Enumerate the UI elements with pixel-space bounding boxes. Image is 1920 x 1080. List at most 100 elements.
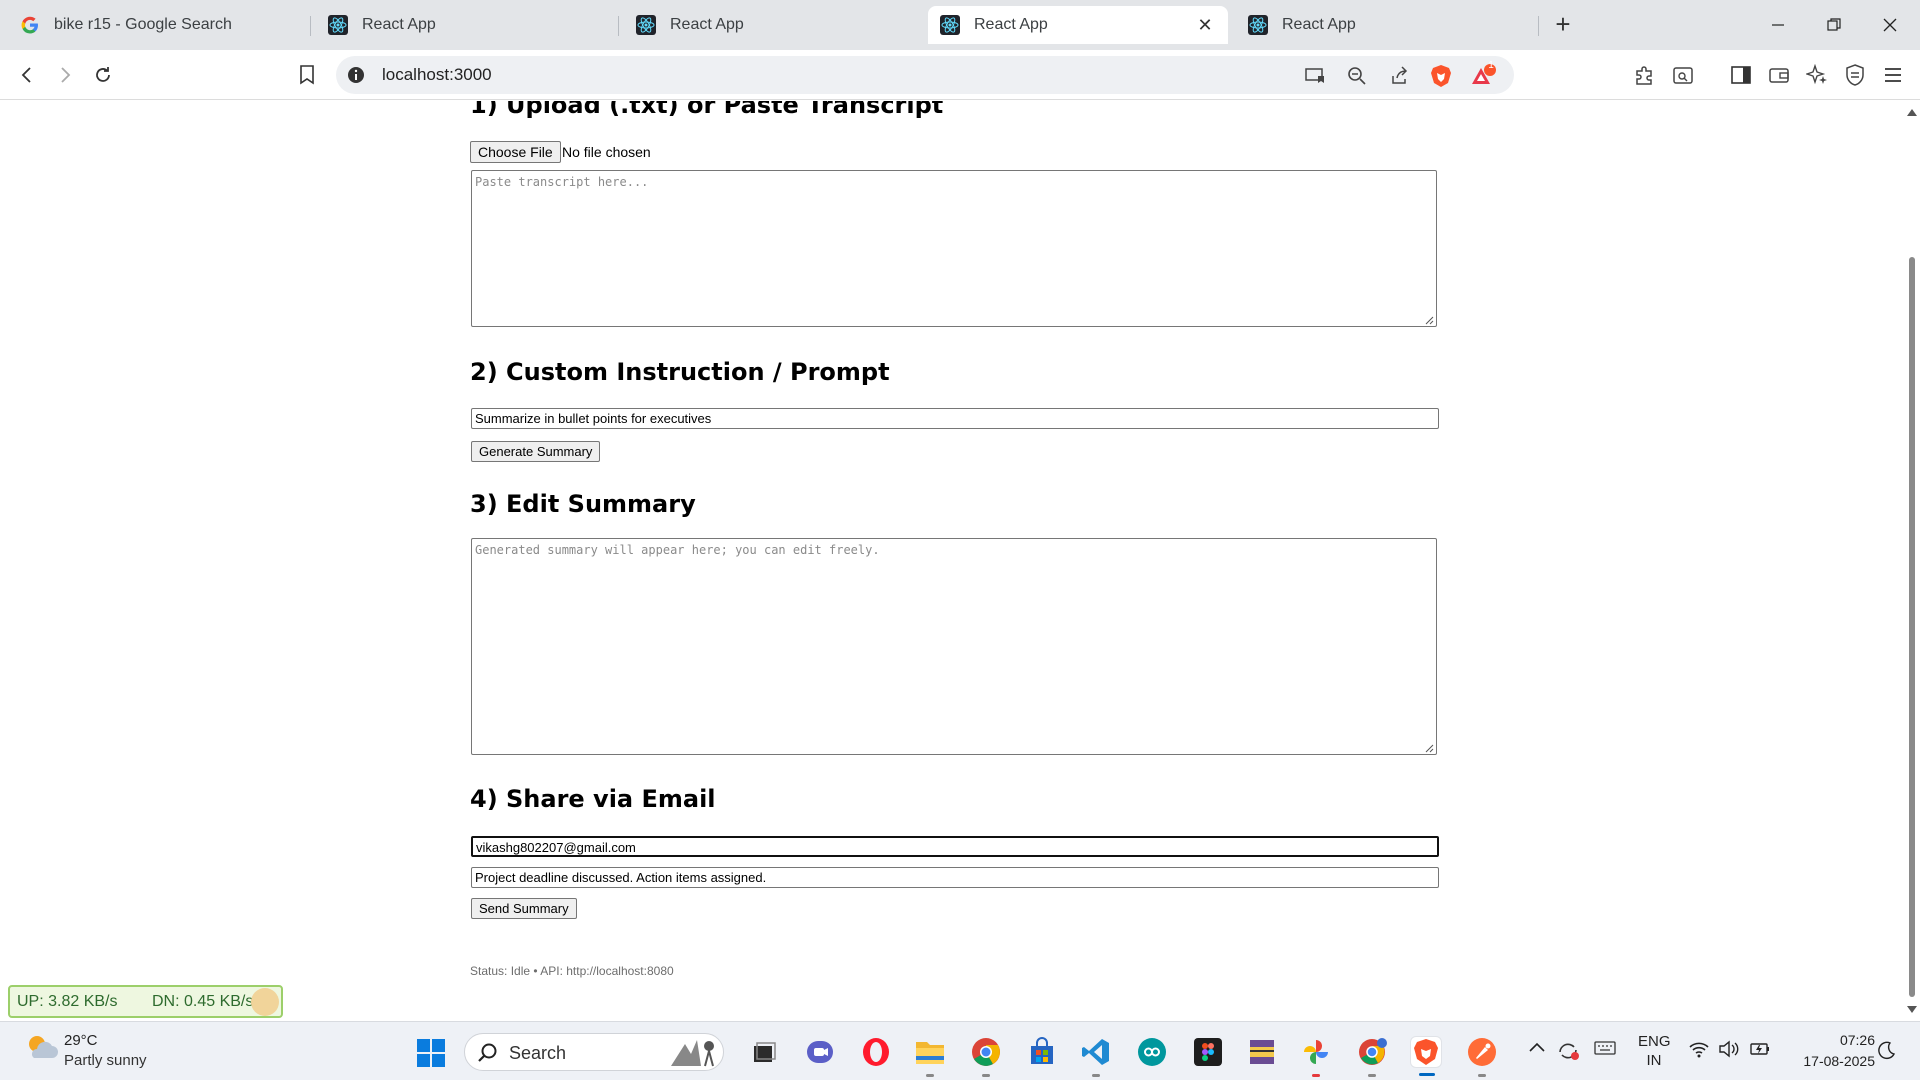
address-bar[interactable]: localhost:3000 1 bbox=[336, 56, 1514, 94]
weather-condition: Partly sunny bbox=[64, 1052, 147, 1069]
tab-react-app-2[interactable]: React App bbox=[624, 6, 924, 44]
postman-icon[interactable] bbox=[1466, 1036, 1498, 1077]
extensions-puzzle-icon[interactable] bbox=[1630, 60, 1660, 90]
running-indicator bbox=[1092, 1074, 1100, 1077]
vpn-shield-icon[interactable] bbox=[1840, 60, 1870, 90]
tab-separator bbox=[618, 16, 619, 36]
running-indicator bbox=[1478, 1074, 1486, 1077]
reload-icon[interactable] bbox=[88, 60, 118, 90]
choose-file-button[interactable]: Choose File bbox=[470, 141, 561, 163]
browser-toolbar: localhost:3000 1 bbox=[0, 50, 1920, 100]
running-indicator bbox=[1368, 1074, 1376, 1077]
tab-react-app-4[interactable]: React App bbox=[1236, 6, 1536, 44]
close-window-icon[interactable] bbox=[1870, 8, 1910, 42]
new-tab-plus-icon[interactable]: + bbox=[1548, 10, 1578, 40]
running-indicator bbox=[926, 1074, 934, 1077]
wallet-icon[interactable] bbox=[1764, 60, 1794, 90]
tab-search-icon[interactable] bbox=[1668, 60, 1698, 90]
download-speed: DN: 0.45 KB/s bbox=[152, 993, 254, 1010]
arduino-icon[interactable] bbox=[1136, 1036, 1168, 1068]
page-content: 1) Upload (.txt) or Paste Transcript Cho… bbox=[0, 101, 1904, 1021]
tab-react-app-active[interactable]: React App ✕ bbox=[928, 6, 1228, 44]
volume-icon[interactable] bbox=[1718, 1040, 1740, 1062]
resize-grip-icon[interactable] bbox=[1424, 314, 1434, 325]
windows-start-icon[interactable] bbox=[416, 1038, 446, 1068]
google-photos-icon[interactable] bbox=[1300, 1036, 1332, 1077]
bookmark-icon[interactable] bbox=[292, 60, 322, 90]
scroll-up-arrow-icon[interactable] bbox=[1907, 109, 1917, 116]
google-g-icon bbox=[20, 15, 40, 35]
message-input[interactable]: Project deadline discussed. Action items… bbox=[471, 867, 1439, 888]
windows-taskbar: 29°C Partly sunny Search ENG IN 07:26 17… bbox=[0, 1021, 1920, 1080]
network-speed-widget: UP: 3.82 KB/s DN: 0.45 KB/s bbox=[8, 985, 283, 1018]
notifications-moon-icon[interactable] bbox=[1876, 1040, 1896, 1064]
tab-separator bbox=[1538, 16, 1539, 36]
wifi-icon[interactable] bbox=[1688, 1040, 1710, 1062]
chrome-icon[interactable] bbox=[970, 1036, 1002, 1077]
running-indicator bbox=[982, 1074, 990, 1077]
restore-icon[interactable] bbox=[1814, 8, 1854, 42]
vscode-icon[interactable] bbox=[1080, 1036, 1112, 1077]
email-input[interactable]: vikashg802207@gmail.com bbox=[471, 836, 1439, 857]
taskbar-clock[interactable]: 07:26 17-08-2025 bbox=[1780, 1030, 1875, 1072]
partly-sunny-icon bbox=[29, 1036, 58, 1058]
winrar-icon[interactable] bbox=[1246, 1036, 1278, 1068]
clock-date: 17-08-2025 bbox=[1803, 1053, 1875, 1069]
scroll-down-arrow-icon[interactable] bbox=[1907, 1006, 1917, 1013]
tab-strip: bike r15 - Google Search React App React… bbox=[0, 0, 1920, 50]
cast-icon[interactable] bbox=[1302, 63, 1328, 89]
section-prompt-title: 2) Custom Instruction / Prompt bbox=[470, 358, 890, 386]
section-share-email-title: 4) Share via Email bbox=[470, 785, 716, 813]
tab-react-app-1[interactable]: React App bbox=[316, 6, 616, 44]
file-explorer-icon[interactable] bbox=[914, 1036, 946, 1077]
brave-rewards-icon[interactable]: 1 bbox=[1470, 60, 1496, 89]
figma-icon[interactable] bbox=[1192, 1036, 1224, 1068]
send-summary-button[interactable]: Send Summary bbox=[471, 898, 577, 919]
page-scrollbar[interactable] bbox=[1904, 101, 1920, 1021]
weather-widget[interactable]: 29°C Partly sunny bbox=[24, 1032, 147, 1069]
microsoft-store-icon[interactable] bbox=[1026, 1036, 1058, 1068]
summary-textarea[interactable]: Generated summary will appear here; you … bbox=[471, 538, 1437, 755]
site-info-icon[interactable] bbox=[346, 65, 366, 85]
weather-temp: 29°C bbox=[64, 1032, 98, 1049]
chrome-profile-icon[interactable] bbox=[1356, 1036, 1388, 1077]
forward-arrow-icon[interactable] bbox=[50, 60, 80, 90]
battery-charging-icon[interactable] bbox=[1748, 1040, 1772, 1062]
prompt-input[interactable]: Summarize in bullet points for executive… bbox=[471, 408, 1439, 429]
url-text[interactable]: localhost:3000 bbox=[382, 65, 492, 85]
language-code: ENG bbox=[1638, 1033, 1671, 1050]
back-arrow-icon[interactable] bbox=[12, 60, 42, 90]
tab-title: React App bbox=[974, 16, 1048, 33]
zoom-out-icon[interactable] bbox=[1344, 63, 1370, 89]
task-view-icon[interactable] bbox=[748, 1036, 780, 1068]
teams-chat-icon[interactable] bbox=[804, 1036, 836, 1068]
search-highlight-art-icon bbox=[671, 1040, 714, 1067]
brave-browser-icon[interactable] bbox=[1410, 1036, 1442, 1076]
anime-mascot-icon bbox=[251, 988, 279, 1016]
tab-title: React App bbox=[1282, 16, 1356, 33]
language-indicator[interactable]: ENG IN bbox=[1638, 1032, 1671, 1070]
section-edit-summary-title: 3) Edit Summary bbox=[470, 490, 696, 518]
taskbar-search[interactable]: Search bbox=[464, 1033, 724, 1071]
close-tab-icon[interactable]: ✕ bbox=[1194, 15, 1216, 36]
menu-hamburger-icon[interactable] bbox=[1878, 60, 1908, 90]
brave-shields-icon[interactable] bbox=[1428, 63, 1454, 89]
no-file-chosen-label: No file chosen bbox=[562, 144, 651, 160]
show-hidden-icons-chevron-icon[interactable] bbox=[1528, 1040, 1546, 1058]
sidebar-toggle-icon[interactable] bbox=[1726, 60, 1756, 90]
leo-ai-icon[interactable] bbox=[1802, 60, 1832, 90]
react-icon bbox=[328, 15, 348, 35]
scroll-thumb[interactable] bbox=[1909, 257, 1915, 997]
transcript-textarea[interactable]: Paste transcript here... bbox=[471, 170, 1437, 327]
summary-placeholder: Generated summary will appear here; you … bbox=[475, 543, 880, 557]
status-text: Status: Idle • API: http://localhost:808… bbox=[470, 964, 674, 978]
tab-google-search[interactable]: bike r15 - Google Search bbox=[8, 6, 308, 44]
sync-tray-icon[interactable] bbox=[1556, 1040, 1580, 1066]
keyboard-icon[interactable] bbox=[1594, 1040, 1616, 1060]
minimize-icon[interactable] bbox=[1758, 8, 1798, 42]
react-icon bbox=[636, 15, 656, 35]
generate-summary-button[interactable]: Generate Summary bbox=[471, 441, 601, 462]
share-icon[interactable] bbox=[1386, 63, 1412, 89]
resize-grip-icon[interactable] bbox=[1424, 742, 1434, 753]
opera-icon[interactable] bbox=[860, 1036, 892, 1068]
